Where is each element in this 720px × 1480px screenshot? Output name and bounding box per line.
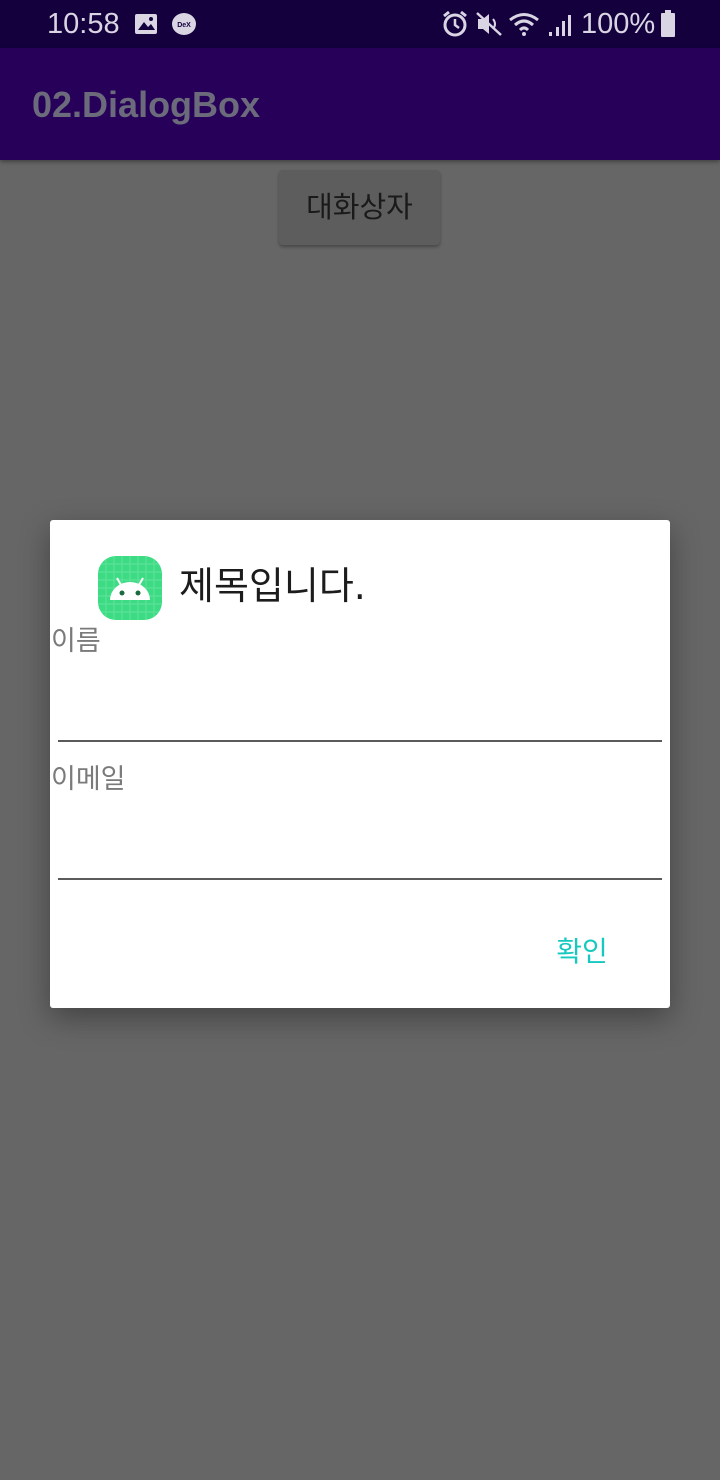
dialog-title: 제목입니다. [179,564,366,608]
app-bar: 02.DialogBox [0,48,720,160]
name-input[interactable] [58,688,662,742]
image-icon [134,13,158,39]
battery-percent: 100% [581,8,656,40]
open-dialog-button[interactable]: 대화상자 [279,170,440,245]
svg-text:DeX: DeX [177,22,191,29]
status-bar: 10:58 DeX 100% [0,0,720,48]
mute-icon [475,11,503,41]
app-title: 02.DialogBox [32,84,261,125]
name-label: 이름 [51,626,101,657]
android-app-icon [98,556,162,620]
dex-icon: DeX [171,12,197,40]
wifi-icon [508,11,540,41]
email-label: 이메일 [51,764,126,795]
email-input[interactable] [58,826,662,880]
confirm-button[interactable]: 확인 [530,924,634,980]
alarm-icon [441,10,469,42]
status-time: 10:58 [47,8,120,40]
dialog: 제목입니다. 이름 이메일 확인 [50,520,670,1008]
battery-icon [660,10,676,42]
signal-icon [548,13,574,41]
